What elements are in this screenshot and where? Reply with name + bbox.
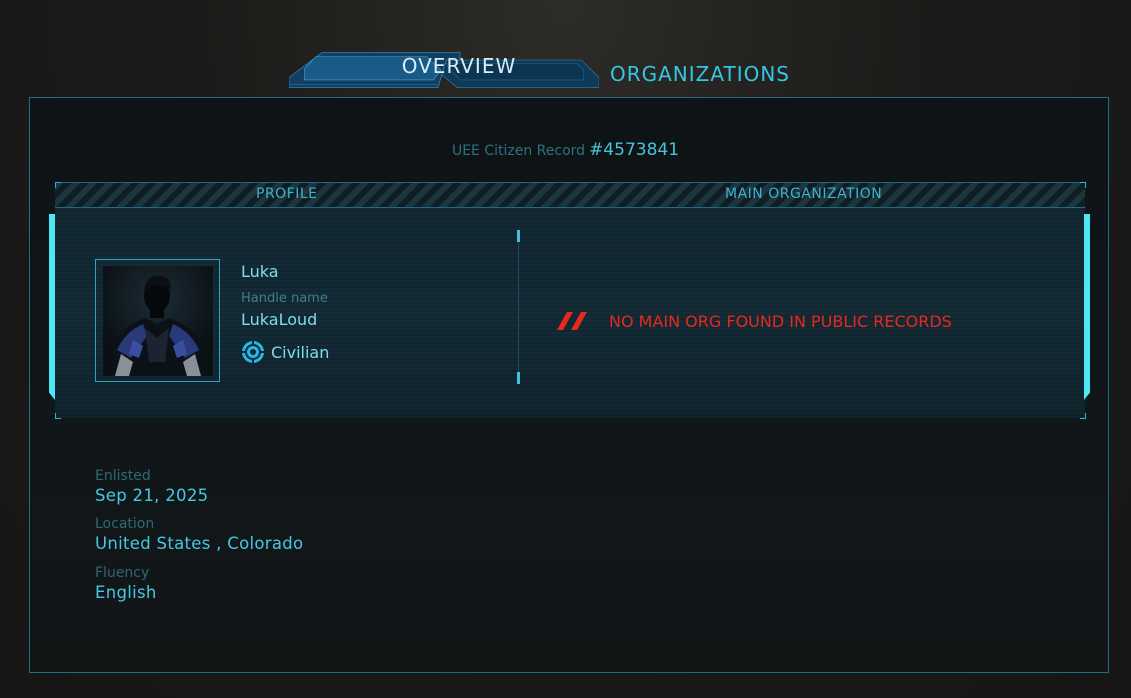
enlisted-value: Sep 21, 2025: [95, 486, 209, 505]
profile-header: PROFILE: [256, 186, 318, 202]
silhouette-avatar-icon: [103, 266, 213, 376]
location-label: Location: [95, 516, 155, 532]
crosshair-icon: [242, 341, 264, 363]
avatar[interactable]: [103, 266, 213, 376]
corner-top-left: [55, 182, 61, 188]
rank-label: Civilian: [271, 342, 330, 362]
main-org-header: MAIN ORGANIZATION: [725, 186, 883, 202]
rank: Civilian: [241, 340, 329, 364]
panel-accent-left: [49, 214, 55, 400]
record-number: #4573841: [589, 140, 680, 160]
citizen-name: Luka: [241, 262, 279, 281]
panel-header-bar: [55, 182, 1085, 208]
tab-bar: OVERVIEW ORGANIZATIONS: [289, 38, 851, 102]
divider-tick-bottom: [517, 372, 520, 384]
record-label: UEE Citizen Record: [451, 143, 586, 159]
handle-label: Handle name: [241, 291, 328, 306]
no-main-org-message: NO MAIN ORG FOUND IN PUBLIC RECORDS: [557, 310, 952, 332]
location-value: United States , Colorado: [95, 534, 304, 553]
corner-top-right: [1080, 182, 1086, 188]
citizen-record: UEE Citizen Record #4573841: [0, 140, 1131, 160]
tab-overview[interactable]: OVERVIEW: [317, 44, 601, 88]
tab-organizations[interactable]: ORGANIZATIONS: [575, 52, 825, 96]
handle-name: LukaLoud: [241, 310, 318, 329]
panel-accent-right: [1084, 214, 1090, 400]
fluency-value: English: [95, 583, 157, 602]
corner-bottom-left: [55, 413, 61, 419]
double-slash-icon: [557, 312, 587, 330]
divider-tick-top: [517, 230, 520, 242]
panel-divider: [518, 230, 519, 383]
no-main-org-text: NO MAIN ORG FOUND IN PUBLIC RECORDS: [609, 311, 952, 331]
fluency-label: Fluency: [95, 565, 150, 581]
enlisted-label: Enlisted: [95, 468, 151, 484]
corner-bottom-right: [1080, 413, 1086, 419]
